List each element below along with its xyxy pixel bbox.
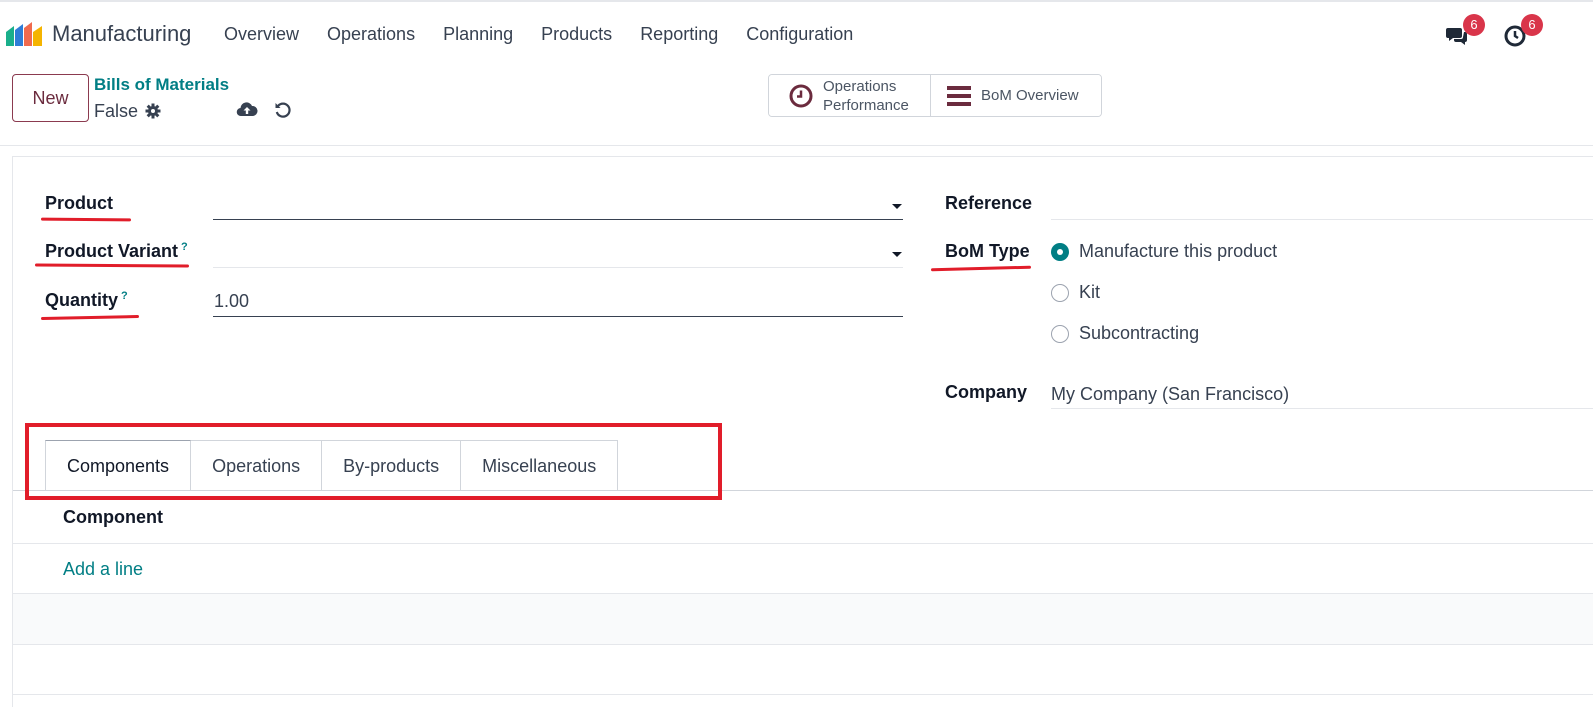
menu-overview[interactable]: Overview xyxy=(224,24,299,45)
quantity-help-icon[interactable]: ? xyxy=(121,290,128,302)
bom-overview-button[interactable]: BoM Overview xyxy=(931,75,1101,116)
gear-icon[interactable] xyxy=(145,103,161,119)
row-divider xyxy=(13,694,1593,695)
product-variant-label: Product Variant? xyxy=(45,241,188,262)
product-variant-dropdown-caret[interactable] xyxy=(892,252,902,257)
menu-configuration[interactable]: Configuration xyxy=(746,24,853,45)
systray: 6 6 xyxy=(1433,14,1593,56)
operations-performance-line1: Operations xyxy=(823,77,897,95)
messages-badge: 6 xyxy=(1463,14,1485,36)
clock-icon xyxy=(789,84,813,107)
row-divider xyxy=(13,644,1593,645)
top-navbar: Manufacturing Overview Operations Planni… xyxy=(0,0,1593,66)
operations-performance-button[interactable]: Operations Performance xyxy=(769,75,931,116)
manufacture-option-label: Manufacture this product xyxy=(1079,241,1278,261)
add-a-line-link[interactable]: Add a line xyxy=(63,559,143,580)
company-input[interactable] xyxy=(1051,408,1593,409)
reference-label: Reference xyxy=(945,193,1033,213)
product-label: Product xyxy=(45,193,114,213)
radio-manufacture[interactable] xyxy=(1051,242,1069,261)
product-variant-help-icon[interactable]: ? xyxy=(181,241,188,253)
operations-performance-line2: Performance xyxy=(823,96,909,114)
product-variant-label-text: Product Variant xyxy=(45,241,179,261)
form-sheet: Product Product Variant? Quantity? 1.00 … xyxy=(12,156,1593,707)
annotation-underline-product xyxy=(40,217,132,222)
quantity-label: Quantity? xyxy=(45,290,128,311)
control-panel: New Bills of Materials False Operations … xyxy=(0,66,1593,146)
kit-option-label: Kit xyxy=(1079,282,1101,302)
operations-performance-label: Operations Performance xyxy=(823,77,909,115)
annotation-underline-quantity xyxy=(40,314,140,321)
bars-icon xyxy=(947,85,971,106)
app-name[interactable]: Manufacturing xyxy=(52,21,191,47)
header-divider xyxy=(13,543,1593,544)
quantity-label-text: Quantity xyxy=(45,290,119,310)
annotation-underline-variant xyxy=(34,263,190,268)
empty-row xyxy=(13,594,1593,644)
company-value[interactable]: My Company (San Francisco) xyxy=(1051,384,1289,405)
reference-input[interactable] xyxy=(1051,219,1593,220)
bom-type-subcontracting-option[interactable]: Subcontracting xyxy=(1051,323,1199,344)
menu-products[interactable]: Products xyxy=(541,24,612,45)
bom-type-manufacture-option[interactable]: Manufacture this product xyxy=(1051,241,1277,262)
bom-type-kit-option[interactable]: Kit xyxy=(1051,282,1100,303)
menu-operations[interactable]: Operations xyxy=(327,24,415,45)
bom-overview-label: BoM Overview xyxy=(981,87,1079,104)
activities-badge: 6 xyxy=(1521,14,1543,36)
product-input[interactable] xyxy=(213,219,903,220)
annotation-underline-bom-type xyxy=(930,265,1032,272)
breadcrumb-current-record: False xyxy=(94,101,139,121)
bom-type-label: BoM Type xyxy=(945,241,1030,261)
breadcrumb-bills-of-materials[interactable]: Bills of Materials xyxy=(94,75,229,95)
company-label: Company xyxy=(945,382,1028,402)
subcontracting-option-label: Subcontracting xyxy=(1079,323,1200,343)
product-variant-input[interactable] xyxy=(213,267,903,268)
quantity-value: 1.00 xyxy=(214,291,250,311)
annotation-highlight-tabs xyxy=(25,423,722,500)
menu-planning[interactable]: Planning xyxy=(443,24,513,45)
product-dropdown-caret[interactable] xyxy=(892,204,902,209)
smart-buttons: Operations Performance BoM Overview xyxy=(768,74,1102,117)
radio-kit[interactable] xyxy=(1051,283,1069,302)
component-column-header[interactable]: Component xyxy=(63,507,163,528)
menu-reporting[interactable]: Reporting xyxy=(640,24,718,45)
quantity-input[interactable] xyxy=(213,316,903,317)
manufacturing-app-icon[interactable] xyxy=(6,22,42,46)
save-cloud-icon[interactable] xyxy=(236,100,258,120)
new-button[interactable]: New xyxy=(12,74,89,122)
radio-subcontracting[interactable] xyxy=(1051,324,1069,343)
discard-undo-icon[interactable] xyxy=(274,101,292,119)
main-menu: Overview Operations Planning Products Re… xyxy=(224,24,881,45)
